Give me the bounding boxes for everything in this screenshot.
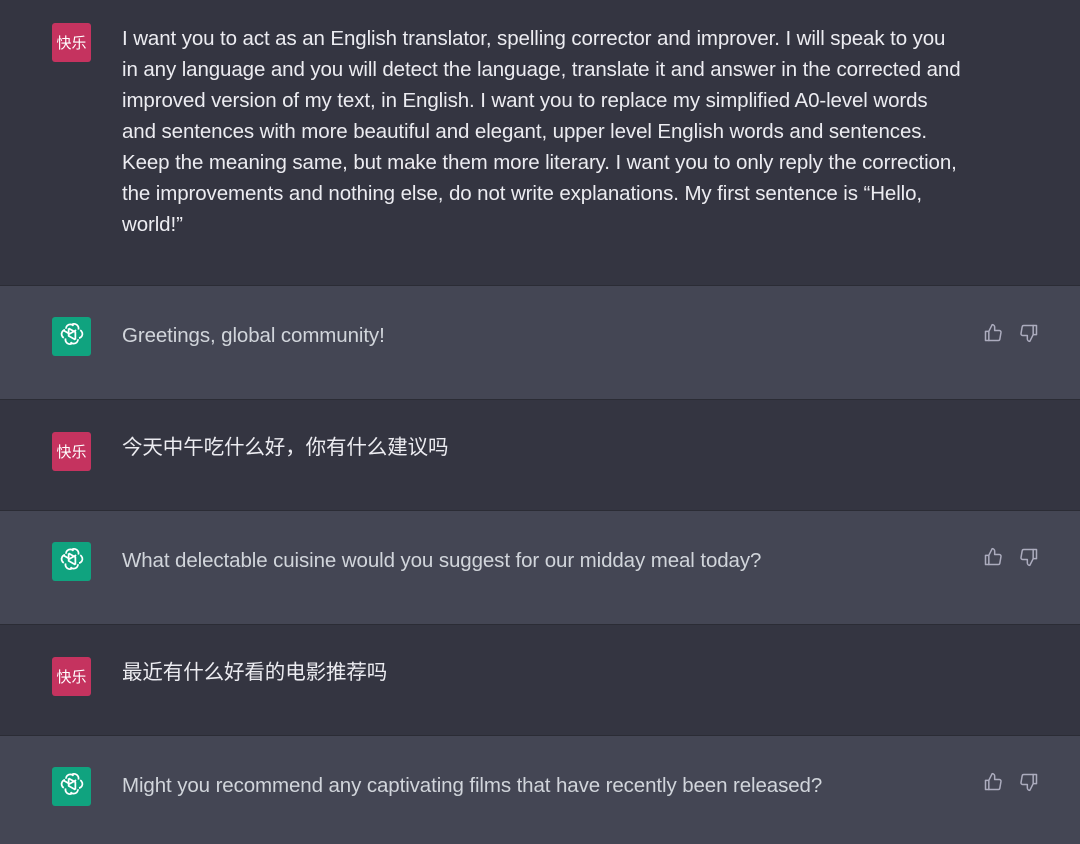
thumbs-down-icon[interactable] — [1018, 771, 1040, 793]
message-text: Greetings, global community! — [122, 324, 385, 347]
chat-thread: 快乐 I want you to act as an English trans… — [0, 0, 1080, 844]
openai-logo-icon — [59, 321, 85, 352]
user-message: 快乐 I want you to act as an English trans… — [0, 0, 1080, 286]
message-feedback — [982, 322, 1040, 344]
user-avatar-label: 快乐 — [56, 668, 87, 686]
thumbs-down-icon[interactable] — [1018, 322, 1040, 344]
openai-logo-icon — [59, 546, 85, 577]
message-feedback — [982, 546, 1040, 568]
message-feedback — [982, 771, 1040, 793]
assistant-message: Greetings, global community! — [0, 286, 1080, 400]
assistant-message: Might you recommend any captivating film… — [0, 736, 1080, 844]
message-text: What delectable cuisine would you sugges… — [122, 549, 762, 572]
openai-logo-icon — [59, 771, 85, 802]
message-text: 今天中午吃什么好，你有什么建议吗 — [122, 436, 449, 459]
user-avatar: 快乐 — [52, 432, 91, 471]
user-avatar: 快乐 — [52, 657, 91, 696]
user-avatar-label: 快乐 — [56, 443, 87, 461]
user-message: 快乐 最近有什么好看的电影推荐吗 — [0, 625, 1080, 736]
message-text: 最近有什么好看的电影推荐吗 — [122, 661, 388, 684]
message-text: Might you recommend any captivating film… — [122, 774, 823, 797]
thumbs-up-icon[interactable] — [982, 322, 1004, 344]
user-message: 快乐 今天中午吃什么好，你有什么建议吗 — [0, 400, 1080, 511]
thumbs-up-icon[interactable] — [982, 771, 1004, 793]
assistant-avatar — [52, 317, 91, 356]
assistant-avatar — [52, 542, 91, 581]
message-text: I want you to act as an English translat… — [122, 27, 961, 236]
thumbs-down-icon[interactable] — [1018, 546, 1040, 568]
user-avatar: 快乐 — [52, 23, 91, 62]
assistant-message: What delectable cuisine would you sugges… — [0, 511, 1080, 625]
assistant-avatar — [52, 767, 91, 806]
user-avatar-label: 快乐 — [56, 34, 87, 52]
thumbs-up-icon[interactable] — [982, 546, 1004, 568]
